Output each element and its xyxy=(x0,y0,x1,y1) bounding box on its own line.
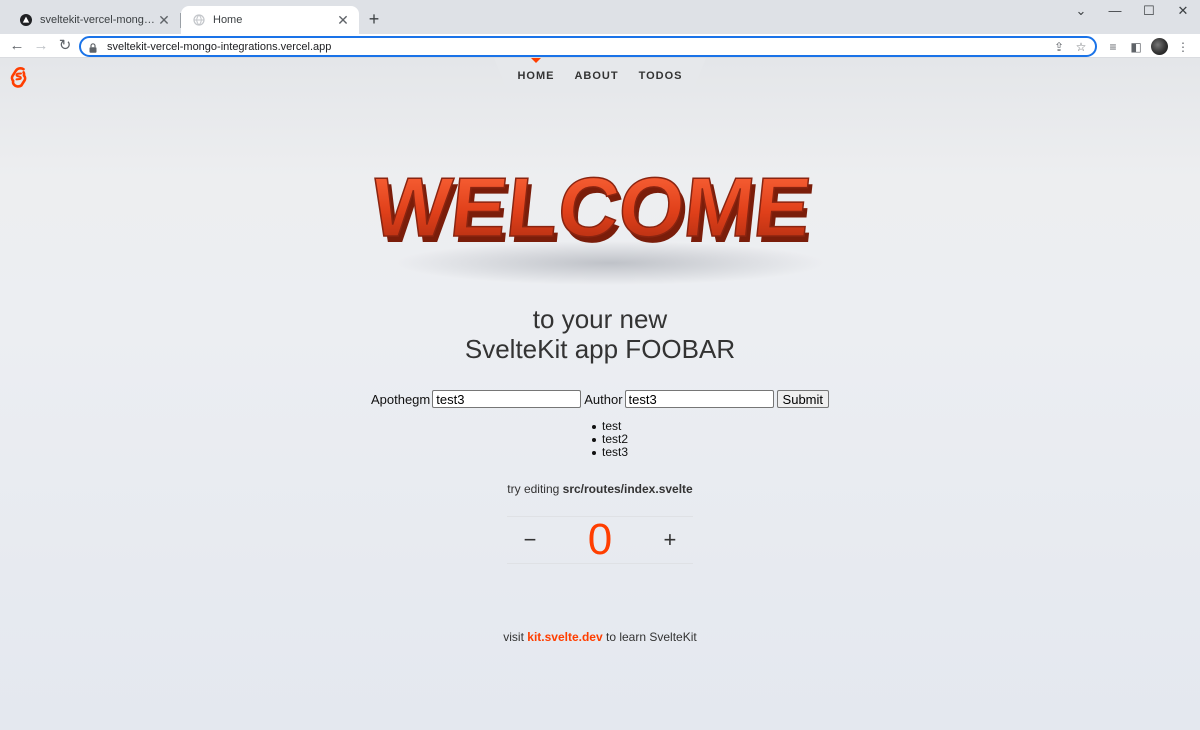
increment-button[interactable]: + xyxy=(647,517,693,563)
reload-icon[interactable]: ↻ xyxy=(55,36,75,56)
nav-home[interactable]: HOME xyxy=(517,58,554,82)
footer-suffix: to learn SvelteKit xyxy=(606,630,697,644)
apothegm-input[interactable] xyxy=(432,390,582,408)
author-label: Author xyxy=(584,391,623,407)
edit-hint: try editing src/routes/index.svelte xyxy=(0,482,1200,496)
page-viewport: HOME ABOUT TODOS WELCOME WELCOME to your… xyxy=(0,58,1200,730)
svelte-logo-icon[interactable] xyxy=(8,66,30,88)
bookmark-star-icon[interactable]: ☆ xyxy=(1073,39,1089,55)
welcome-image: WELCOME WELCOME xyxy=(370,159,825,285)
close-tab-icon[interactable]: ✕ xyxy=(156,12,172,28)
url-text: sveltekit-vercel-mongo-integrations.verc… xyxy=(107,40,332,53)
back-icon[interactable]: ← xyxy=(7,36,27,56)
decrement-button[interactable]: − xyxy=(507,517,553,563)
close-tab-icon[interactable]: ✕ xyxy=(335,12,351,28)
counter-value: 0 xyxy=(587,515,613,564)
tab-active[interactable]: Home ✕ xyxy=(181,6,359,34)
tab-strip: sveltekit-vercel-mongo-integratio ✕ Home… xyxy=(0,0,1200,34)
new-tab-button[interactable]: + xyxy=(364,10,384,30)
lock-icon xyxy=(87,41,99,53)
tab-title: Home xyxy=(213,14,243,26)
apothegm-label: Apothegm xyxy=(370,391,431,407)
hint-prefix: try editing xyxy=(507,482,560,496)
hint-path: src/routes/index.svelte xyxy=(562,482,693,496)
browser-toolbar: ← → ↻ sveltekit-vercel-mongo-integration… xyxy=(0,34,1200,58)
kit-link[interactable]: kit.svelte.dev xyxy=(527,630,602,644)
heading-line-1: to your new xyxy=(532,304,668,334)
globe-icon xyxy=(193,14,205,26)
tab-search-icon[interactable]: ⌄ xyxy=(1064,0,1098,22)
minimize-icon[interactable]: — xyxy=(1098,0,1132,22)
counter: − 0 + xyxy=(507,516,693,564)
heading-line-2: SvelteKit app FOOBAR xyxy=(464,334,736,364)
nav-todos[interactable]: TODOS xyxy=(639,70,683,82)
author-input[interactable] xyxy=(624,390,774,408)
maximize-icon[interactable]: ☐ xyxy=(1132,0,1166,22)
vercel-triangle-icon xyxy=(20,14,32,26)
forward-icon[interactable]: → xyxy=(31,36,51,56)
window-close-icon[interactable]: ✕ xyxy=(1166,0,1200,22)
page-heading: to your new SvelteKit app FOOBAR xyxy=(0,304,1200,364)
submit-button[interactable]: Submit xyxy=(776,390,830,408)
reading-list-icon[interactable]: ≡ xyxy=(1104,38,1122,56)
tab-inactive[interactable]: sveltekit-vercel-mongo-integratio ✕ xyxy=(8,6,180,34)
address-bar[interactable]: sveltekit-vercel-mongo-integrations.verc… xyxy=(79,36,1097,57)
nav-about[interactable]: ABOUT xyxy=(574,70,618,82)
footer: visit kit.svelte.dev to learn SvelteKit xyxy=(0,630,1200,644)
quote-form: Apothegm Author Submit xyxy=(0,390,1200,408)
share-icon[interactable]: ⇪ xyxy=(1051,39,1067,55)
main-nav: HOME ABOUT TODOS xyxy=(494,58,706,94)
tab-title: sveltekit-vercel-mongo-integratio xyxy=(40,14,156,26)
side-panel-icon[interactable]: ◧ xyxy=(1127,38,1145,56)
quote-list: test test2 test3 xyxy=(591,420,629,459)
welcome-text: WELCOME xyxy=(370,160,815,254)
footer-prefix: visit xyxy=(503,630,524,644)
more-menu-icon[interactable]: ⋮ xyxy=(1174,38,1192,56)
list-item: test3 xyxy=(591,445,629,459)
profile-avatar[interactable] xyxy=(1151,38,1168,55)
